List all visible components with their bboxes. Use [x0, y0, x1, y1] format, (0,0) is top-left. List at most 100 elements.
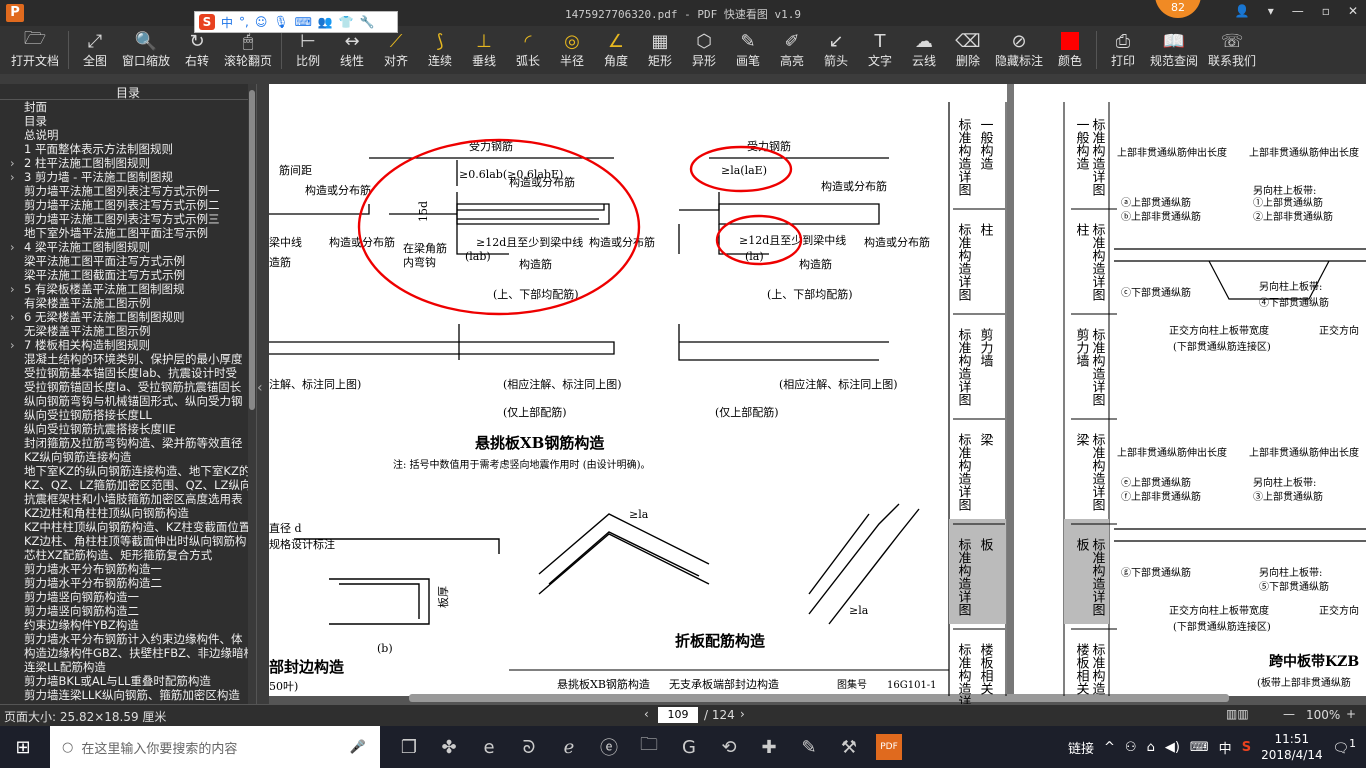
toolbar-highlight-button[interactable]: ✐ 高亮 — [770, 26, 814, 74]
toc-item[interactable]: KZ、QZ、LZ箍筋加密区范围、QZ、LZ纵向钢 — [0, 478, 256, 492]
link-label[interactable]: 链接 — [1068, 738, 1094, 757]
emoji-icon[interactable]: ☺ — [255, 15, 268, 29]
ime-punct[interactable]: °, — [239, 15, 249, 29]
toc-item[interactable]: 构造边缘构件GBZ、扶壁柱FBZ、非边缘暗柱 — [0, 646, 256, 660]
people-icon[interactable]: ⚇ — [1125, 740, 1137, 755]
toolbar-radius-button[interactable]: ◎ 半径 — [550, 26, 594, 74]
toc-item[interactable]: 连梁LL配筋构造 — [0, 660, 256, 674]
toolbar-mouse-button[interactable]: 🖱 滚轮翻页 — [219, 26, 277, 74]
toc-item[interactable]: 封闭箍筋及拉筋弯钩构造、梁并筋等效直径 — [0, 436, 256, 450]
toolbar-print-button[interactable]: ⎙ 打印 — [1101, 26, 1145, 74]
toc-item[interactable]: 受拉钢筋锚固长度la、受拉钢筋抗震锚固长 — [0, 380, 256, 394]
page-number-input[interactable]: 109 — [658, 707, 698, 723]
prev-page-button[interactable]: ‹ — [644, 707, 649, 721]
toolbar-rotate-button[interactable]: ↻ 右转 — [175, 26, 219, 74]
toolbar-perpendicular-button[interactable]: ⊥ 垂线 — [462, 26, 506, 74]
toolbar-linear-button[interactable]: ↔ 线性 — [330, 26, 374, 74]
menu-icon[interactable]: ▾ — [1268, 4, 1274, 18]
voice-icon[interactable]: 🎙 — [273, 15, 288, 29]
toc-item[interactable]: 总说明 — [0, 128, 256, 142]
toc-item[interactable]: 剪力墙水平分布钢筋计入约束边缘构件、体 — [0, 632, 256, 646]
ie-icon[interactable]: ⓔ — [596, 734, 622, 760]
toc-item[interactable]: KZ纵向钢筋连接构造 — [0, 450, 256, 464]
toc-item[interactable]: 1 平面整体表示方法制图规则 — [0, 142, 256, 156]
toolbar-book-button[interactable]: 📖 规范查阅 — [1145, 26, 1203, 74]
horizontal-scrollbar[interactable] — [409, 694, 1229, 702]
toolbar-eye-hide-button[interactable]: ⊘ 隐藏标注 — [990, 26, 1048, 74]
plus-app-icon[interactable]: ✚ — [756, 734, 782, 760]
g-app-icon[interactable]: G — [676, 734, 702, 760]
toc-item[interactable]: KZ中柱柱顶纵向钢筋构造、KZ柱变截面位置 — [0, 520, 256, 534]
toolbar-fit-button[interactable]: ⤢ 全图 — [73, 26, 117, 74]
wrench-icon[interactable]: 🔧 — [360, 15, 375, 29]
toolbar-contact-button[interactable]: ☏ 联系我们 — [1203, 26, 1261, 74]
toolbar-zoom-button[interactable]: 🔍 窗口缩放 — [117, 26, 175, 74]
toc-item[interactable]: 芯柱XZ配筋构造、矩形箍筋复合方式 — [0, 548, 256, 562]
toolbar-pen-button[interactable]: ✎ 画笔 — [726, 26, 770, 74]
windows-start-icon[interactable]: ⊞ — [0, 737, 46, 758]
sogou-tray-icon[interactable]: S — [1242, 740, 1251, 755]
toc-item[interactable]: 地下室KZ的纵向钢筋连接构造、地下室KZ的 — [0, 464, 256, 478]
scrollbar-thumb[interactable] — [249, 90, 255, 410]
user-icon[interactable]: 👥 — [318, 15, 333, 29]
document-viewer[interactable]: 标准构造详图 一般构造 标准构造详图柱标准构造详图 剪力墙 标准构造详图梁标准构造详图板… — [269, 84, 1366, 704]
toc-item[interactable]: 7 楼板相关构造制图规则 — [0, 338, 256, 352]
toc-item[interactable]: 目录 — [0, 114, 256, 128]
toolbar-arrow-button[interactable]: ↙ 箭头 — [814, 26, 858, 74]
toc-item[interactable]: 剪力墙平法施工图列表注写方式示例一 — [0, 184, 256, 198]
toc-item[interactable]: 剪力墙连梁LLK纵向钢筋、箍筋加密区构造 — [0, 688, 256, 702]
toc-item[interactable]: 受拉钢筋基本锚固长度lab、抗震设计时受 — [0, 366, 256, 380]
edge-icon[interactable]: ℯ — [556, 734, 582, 760]
task-view-icon[interactable]: ❐ — [396, 734, 422, 760]
notification-center-icon[interactable]: 🗨1 — [1333, 737, 1356, 756]
ime-lang[interactable]: 中 — [1219, 738, 1232, 757]
minimize-button[interactable]: — — [1292, 4, 1304, 18]
toolbar-polygon-button[interactable]: ⬡ 异形 — [682, 26, 726, 74]
ime-mode[interactable]: 中 — [221, 14, 233, 31]
toolbar-rectangle-button[interactable]: ▦ 矩形 — [638, 26, 682, 74]
network-icon[interactable]: ⌂ — [1147, 740, 1155, 755]
toc-item[interactable]: 5 有梁板楼盖平法施工图制图规 — [0, 282, 256, 296]
keyboard-icon[interactable]: ⌨ — [295, 15, 312, 29]
ie-browser-icon[interactable]: e — [476, 734, 502, 760]
collapse-sidebar-icon[interactable]: ‹ — [257, 380, 269, 400]
toolbar-arc-button[interactable]: ◜ 弧长 — [506, 26, 550, 74]
pdf-taskbar-icon[interactable]: PDF — [876, 734, 902, 760]
toolbar-color-button[interactable]: 颜色 — [1048, 26, 1092, 74]
green-refresh-icon[interactable]: ⟲ — [716, 734, 742, 760]
toc-item[interactable]: 纵向受拉钢筋抗震搭接长度llE — [0, 422, 256, 436]
layout-toggle-icon[interactable]: ▥▥ — [1226, 707, 1249, 721]
toc-item[interactable]: 梁平法施工图平面注写方式示例 — [0, 254, 256, 268]
skin-icon[interactable]: 👕 — [339, 15, 354, 29]
microphone-icon[interactable]: 🎤 — [350, 740, 366, 755]
toc-item[interactable]: 3 剪力墙 - 平法施工图制图规 — [0, 170, 256, 184]
toc-item[interactable]: 剪力墙水平分布钢筋构造二 — [0, 576, 256, 590]
toc-item[interactable]: 梁平法施工图截面注写方式示例 — [0, 268, 256, 282]
ime-toolbar[interactable]: S 中 °, ☺ 🎙 ⌨ 👥 👕 🔧 — [194, 11, 398, 33]
clock[interactable]: 11:51 2018/4/14 — [1261, 731, 1323, 763]
toolbar-text-button[interactable]: T 文字 — [858, 26, 902, 74]
toolbar-align-button[interactable]: ⟋ 对齐 — [374, 26, 418, 74]
toolbar-scale-button[interactable]: ⊢ 比例 — [286, 26, 330, 74]
fan-app-icon[interactable]: ✤ — [436, 734, 462, 760]
toc-item[interactable]: 无梁楼盖平法施工图示例 — [0, 324, 256, 338]
toc-item[interactable]: 剪力墙竖向钢筋构造二 — [0, 604, 256, 618]
toc-item[interactable]: 地下室外墙平法施工图平面注写示例 — [0, 226, 256, 240]
toc-item[interactable]: 剪力墙竖向钢筋构造一 — [0, 590, 256, 604]
user-icon[interactable]: 👤 — [1235, 4, 1250, 18]
sidebar-scrollbar[interactable] — [248, 84, 256, 704]
toc-item[interactable]: KZ边柱和角柱柱顶纵向钢筋构造 — [0, 506, 256, 520]
chevron-up-icon[interactable]: ^ — [1104, 740, 1115, 755]
file-explorer-icon[interactable]: 🗀 — [636, 734, 662, 760]
toc-item[interactable]: 剪力墙BKL或AL与LL重叠时配筋构造 — [0, 674, 256, 688]
toc-item[interactable]: KZ边柱、角柱柱顶等截面伸出时纵向钢筋构 — [0, 534, 256, 548]
toc-item[interactable]: 4 梁平法施工图制图规则 — [0, 240, 256, 254]
toc-item[interactable]: 抗震框架柱和小墙肢箍筋加密区高度选用表 — [0, 492, 256, 506]
zoom-in-button[interactable]: + — [1346, 707, 1356, 721]
toolbar-cloud-button[interactable]: ☁ 云线 — [902, 26, 946, 74]
toc-item[interactable]: 纵向钢筋弯钩与机械锚固形式、纵向受力钢 — [0, 394, 256, 408]
volume-icon[interactable]: ◀) — [1165, 740, 1180, 755]
maximize-button[interactable]: ▫ — [1322, 4, 1330, 18]
zoom-out-button[interactable]: — — [1283, 707, 1295, 721]
tools-app-icon[interactable]: ⚒ — [836, 734, 862, 760]
